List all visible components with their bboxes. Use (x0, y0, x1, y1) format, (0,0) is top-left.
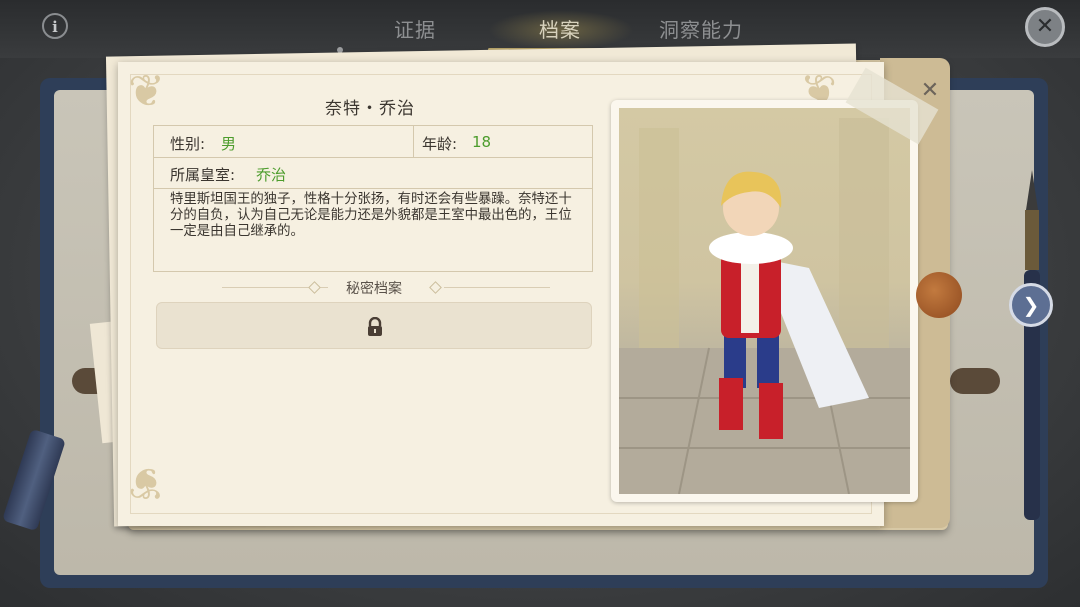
house-label: 所属皇室: (170, 166, 236, 184)
character-portrait (619, 108, 910, 494)
table-divider (154, 188, 592, 189)
close-icon: ✕ (920, 78, 940, 103)
age-value: 18 (472, 133, 492, 151)
character-name: 奈特・乔治 (325, 99, 415, 119)
chevron-right-icon: ❯ (1022, 293, 1040, 317)
age-label: 年龄: (422, 135, 458, 153)
close-icon: ✕ (1035, 14, 1055, 39)
character-description: 特里斯坦国王的独子，性格十分张扬，有时还会有些暴躁。奈特还十分的自负，认为自己无… (170, 192, 572, 239)
lock-icon (368, 317, 382, 336)
tab-profile[interactable]: 档案 (539, 14, 581, 43)
table-divider (154, 157, 592, 158)
gender-value: 男 (221, 135, 237, 153)
secret-file-title: 秘密档案 (346, 281, 402, 297)
secret-file-locked-slot[interactable] (156, 302, 592, 349)
wax-seal-icon (916, 272, 962, 318)
corner-ornament-icon: ❦ (128, 66, 165, 117)
gender-label: 性别: (170, 135, 206, 153)
info-button[interactable]: i (42, 13, 68, 39)
tab-insight[interactable]: 洞察能力 (659, 14, 743, 43)
fountain-pen-icon (1024, 170, 1040, 520)
character-illustration (619, 118, 910, 494)
tab-evidence[interactable]: 证据 (394, 14, 436, 43)
close-button[interactable]: ✕ (1025, 7, 1065, 47)
section-rule (444, 287, 550, 288)
corner-ornament-icon: ❦ (128, 457, 165, 508)
profile-info-table: 性别: 男 年龄: 18 所属皇室: 乔治 特里斯坦国王的独子，性格十分张扬，有… (153, 125, 593, 272)
info-icon: i (52, 18, 58, 36)
board-handle-right (950, 368, 1000, 394)
house-value: 乔治 (256, 166, 287, 184)
table-divider (413, 126, 414, 157)
card-close-button[interactable]: ✕ (918, 80, 942, 104)
next-page-button[interactable]: ❯ (1009, 283, 1053, 327)
